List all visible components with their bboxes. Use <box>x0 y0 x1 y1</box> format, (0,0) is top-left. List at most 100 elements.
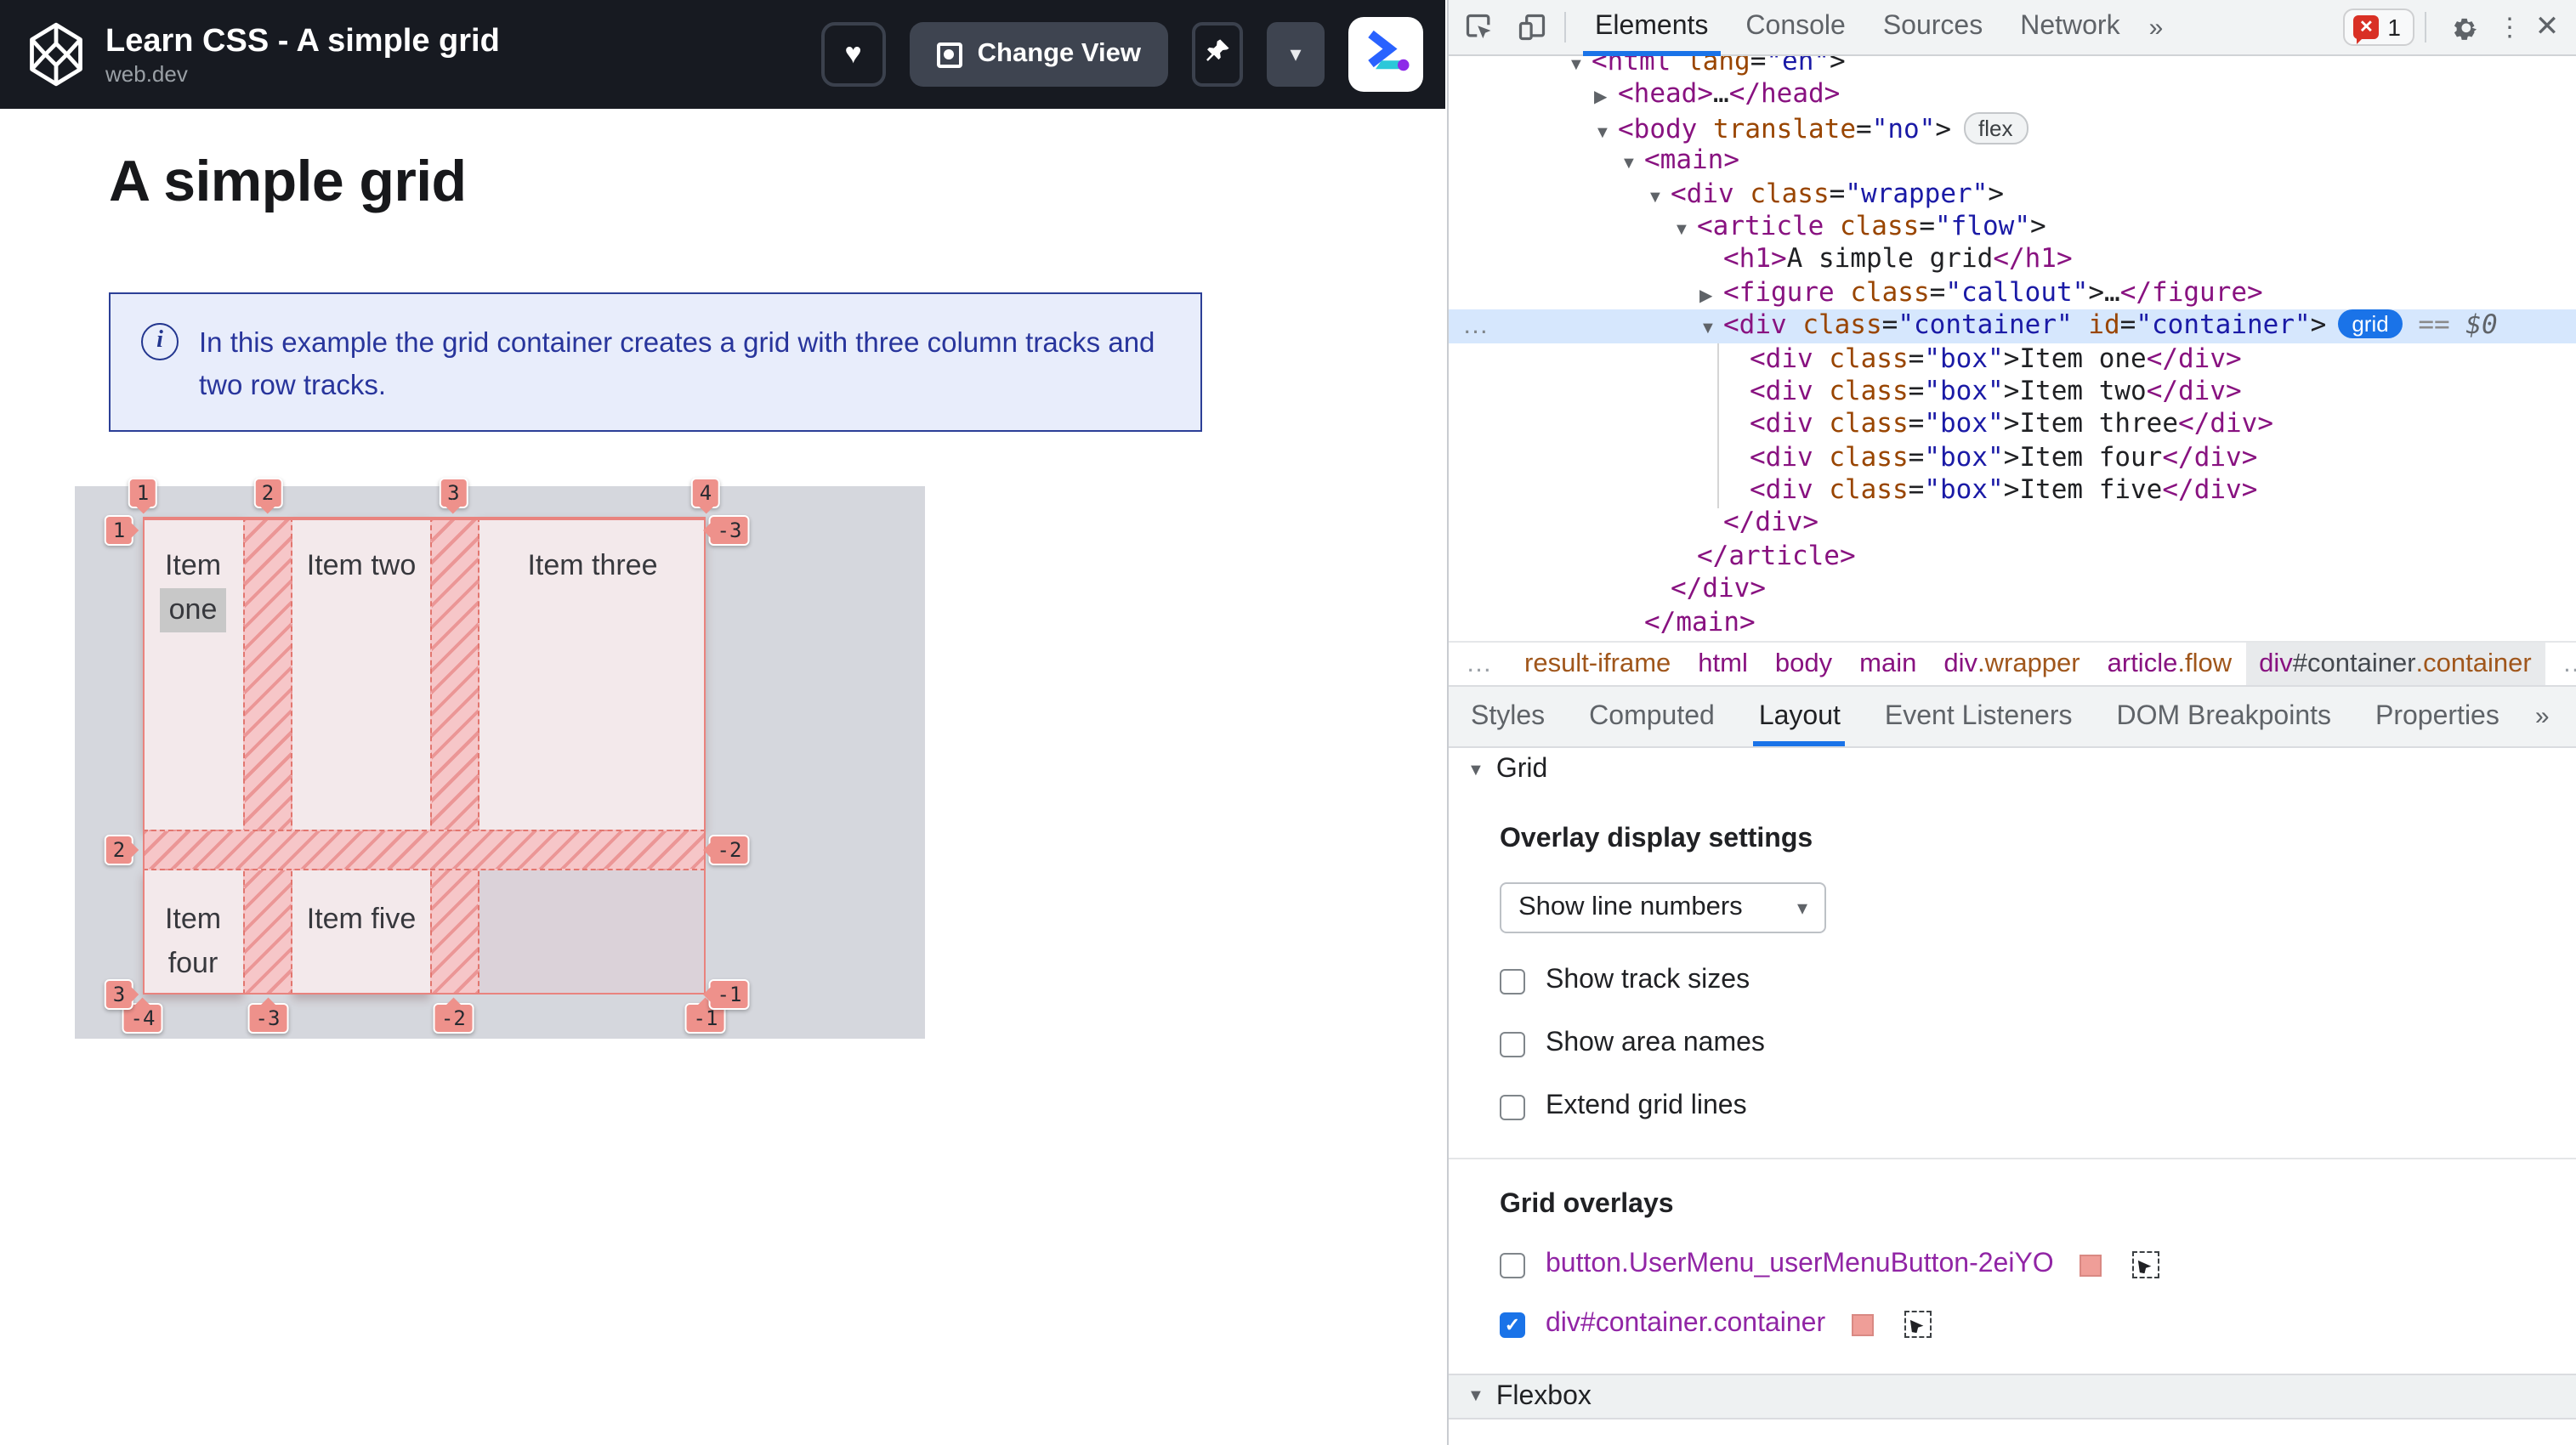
more-tabs-icon[interactable]: » <box>2139 13 2174 42</box>
dom-row[interactable]: <div class="box">Item two</div> <box>1449 376 2576 409</box>
dom-row[interactable]: <div class="box">Item four</div> <box>1449 441 2576 474</box>
dom-row[interactable]: </article> <box>1449 541 2576 574</box>
grid-line-number-badge: 2 <box>104 834 139 864</box>
tab-network[interactable]: Network <box>2001 0 2138 55</box>
devtools-main-tabs: Elements Console Sources Network <box>1576 0 2139 55</box>
overlay-element-label[interactable]: button.UserMenu_userMenuButton-2eiYO <box>1546 1250 2054 1280</box>
dom-row[interactable]: ▶ <figure class="callout">…</figure> <box>1449 276 2576 309</box>
dom-row[interactable]: <h1>A simple grid</h1> <box>1449 244 2576 277</box>
expand-arrow-icon[interactable]: ▶ <box>1699 280 1723 313</box>
code-token: > <box>2003 343 2020 374</box>
code-token: = <box>2119 309 2136 341</box>
overlay-checkbox[interactable] <box>1500 1252 1525 1278</box>
header-actions: ♥ Change View ▾ <box>820 0 1423 109</box>
dom-row[interactable]: ▶ <head>…</head> <box>1449 79 2576 112</box>
settings-gear-icon[interactable] <box>2443 5 2488 49</box>
flex-badge[interactable]: flex <box>1963 111 2028 144</box>
breadcrumb-overflow-right[interactable]: … <box>2545 649 2576 679</box>
dom-row[interactable]: <div class="box">Item one</div> <box>1449 343 2576 376</box>
grid-item-label: Item <box>164 903 222 935</box>
overlay-color-swatch[interactable] <box>2079 1254 2102 1276</box>
webdev-logo-icon[interactable] <box>24 19 88 90</box>
grid-badge[interactable]: grid <box>2338 309 2403 339</box>
dom-row[interactable]: ▼ <div class="wrapper"> <box>1449 178 2576 211</box>
pin-button[interactable] <box>1192 22 1243 87</box>
dom-row[interactable]: </div> <box>1449 574 2576 607</box>
checkbox[interactable] <box>1500 1031 1525 1057</box>
playground-brand-button[interactable] <box>1348 17 1423 92</box>
code-token: "box" <box>1924 375 2004 406</box>
inspect-element-icon[interactable] <box>1457 5 1501 49</box>
change-view-button[interactable]: Change View <box>909 22 1168 87</box>
grid-line-number-badge: 4 <box>690 478 721 514</box>
dom-row[interactable]: <div class="box">Item five</div> <box>1449 474 2576 507</box>
checkbox[interactable] <box>1500 1094 1525 1119</box>
tab-elements[interactable]: Elements <box>1576 0 1727 55</box>
overlay-color-swatch[interactable] <box>1851 1313 1874 1335</box>
checkbox[interactable] <box>1500 968 1525 994</box>
grid-section-header[interactable]: ▼ Grid <box>1449 748 2576 792</box>
code-token: </div> <box>2178 408 2274 439</box>
grid-item-label: Item <box>164 549 222 581</box>
tab-console[interactable]: Console <box>1727 0 1864 55</box>
select-element-icon[interactable] <box>2131 1251 2159 1278</box>
overlay-element-label[interactable]: div#container.container <box>1546 1309 1825 1340</box>
expand-arrow-icon[interactable]: ▼ <box>1620 148 1644 181</box>
tab-dom-breakpoints[interactable]: DOM Breakpoints <box>2094 687 2353 746</box>
code-token: "en" <box>1766 56 1830 76</box>
tab-event-listeners[interactable]: Event Listeners <box>1863 687 2095 746</box>
dom-row[interactable]: </div> <box>1449 507 2576 541</box>
favorite-button[interactable]: ♥ <box>820 22 886 87</box>
select-element-icon[interactable] <box>1904 1311 1932 1338</box>
breadcrumb-item[interactable]: result-iframe <box>1511 643 1684 685</box>
close-devtools-icon[interactable]: ✕ <box>2525 10 2569 44</box>
breadcrumb-item[interactable]: div #container .container <box>2245 643 2545 685</box>
overlay-checkbox[interactable]: ✓ <box>1500 1312 1525 1337</box>
tab-sources[interactable]: Sources <box>1864 0 2001 55</box>
triangle-down-icon: ▼ <box>1467 1387 1484 1406</box>
code-token: Item two <box>2019 375 2147 406</box>
breadcrumb-item[interactable]: html <box>1684 643 1762 685</box>
kebab-menu-icon[interactable]: ⋮ <box>2494 12 2525 42</box>
dom-row[interactable]: ▼ <main> <box>1449 144 2576 178</box>
section-divider <box>1449 1158 2576 1159</box>
tab-properties[interactable]: Properties <box>2353 687 2522 746</box>
error-badge[interactable]: ✕ 1 <box>2343 8 2414 46</box>
line-numbers-select[interactable]: Show line numbers ▾ <box>1500 882 1826 933</box>
breadcrumb-item[interactable]: body <box>1762 643 1846 685</box>
tab-styles[interactable]: Styles <box>1449 687 1567 746</box>
code-token: </head> <box>1728 78 1841 110</box>
breadcrumb-overflow-left[interactable]: … <box>1449 649 1511 679</box>
breadcrumb-item[interactable]: main <box>1846 643 1930 685</box>
code-token: > <box>2003 375 2020 406</box>
tab-layout[interactable]: Layout <box>1737 687 1863 746</box>
flexbox-section-header[interactable]: ▼ Flexbox <box>1449 1374 2576 1420</box>
expand-arrow-icon[interactable]: ▼ <box>1699 313 1723 346</box>
dom-row[interactable]: ▼ <article class="flow"> <box>1449 211 2576 244</box>
dom-row[interactable]: </main> <box>1449 606 2576 639</box>
code-token: Item four <box>2019 441 2163 473</box>
toolbar-separator <box>1564 12 1566 42</box>
breadcrumb-item[interactable]: article .flow <box>2094 643 2245 685</box>
code-token: </div> <box>2162 441 2258 473</box>
row-menu-icon[interactable]: … <box>1462 309 1490 343</box>
code-token: "box" <box>1924 441 2004 473</box>
setting-row: Show area names <box>1500 1028 2576 1059</box>
dom-row[interactable]: ▼ <html lang="en"> <box>1449 56 2576 79</box>
site-title-block: Learn CSS - A simple grid web.dev <box>105 23 500 86</box>
expand-arrow-icon[interactable]: ▼ <box>1647 181 1671 214</box>
code-token: = <box>1919 210 1935 241</box>
breadcrumb-item[interactable]: div .wrapper <box>1930 643 2093 685</box>
dom-row[interactable]: ▼ <body translate="no"> flex <box>1449 111 2576 145</box>
device-toolbar-icon[interactable] <box>1510 5 1554 49</box>
pin-dropdown-button[interactable]: ▾ <box>1267 22 1325 87</box>
dom-row[interactable]: <div class="box">Item three</div> <box>1449 409 2576 442</box>
code-token: <div <box>1750 375 1813 406</box>
more-pane-tabs-icon[interactable]: » <box>2522 687 2563 746</box>
expand-arrow-icon[interactable]: ▼ <box>1673 214 1697 247</box>
code-token: class <box>1813 474 1909 506</box>
expand-arrow-icon[interactable]: ▶ <box>1594 82 1618 116</box>
tab-computed[interactable]: Computed <box>1567 687 1737 746</box>
grid-overlay-row: ✓ div#container.container <box>1500 1309 2576 1340</box>
dom-row-selected[interactable]: … ▼ <div class="container" id="container">… <box>1449 309 2576 343</box>
